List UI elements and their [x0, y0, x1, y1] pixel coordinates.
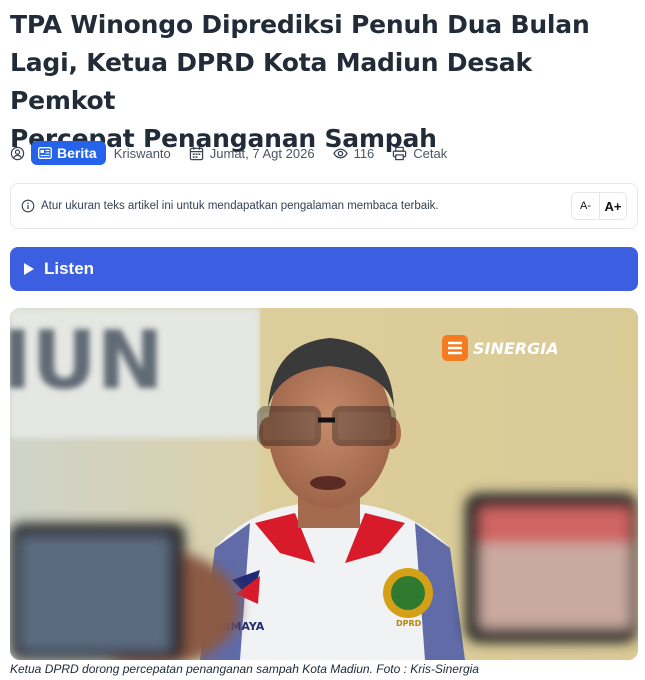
view-count: 116 — [332, 145, 375, 161]
category-badge[interactable]: Berita — [31, 141, 106, 165]
eye-icon — [332, 146, 348, 161]
listen-button[interactable]: Listen — [10, 247, 638, 291]
print-button[interactable]: Cetak — [392, 146, 447, 161]
increase-font-button[interactable]: A+ — [599, 193, 626, 219]
print-label: Cetak — [413, 145, 448, 161]
listen-label: Listen — [44, 259, 95, 278]
info-icon — [21, 199, 35, 213]
printer-icon — [392, 146, 407, 161]
article-photo[interactable]: IUN SINERGIA RMAYA DPRD — [10, 308, 638, 660]
sinergia-watermark: SINERGIA — [442, 335, 559, 361]
article-meta: Berita Kriswanto Jumat, 7 Agt 2026 116 C… — [10, 140, 447, 166]
article-date: Jumat, 7 Agt 2026 — [189, 146, 315, 161]
calendar-icon — [189, 146, 204, 161]
font-size-controls: A- A+ — [571, 192, 627, 220]
article-title-line-1: TPA Winongo Diprediksi Penuh Dua Bulan — [10, 10, 590, 39]
watermark-text: SINERGIA — [473, 339, 559, 358]
wall-text: IUN — [10, 314, 164, 407]
user-circle-icon — [10, 146, 25, 161]
newspaper-icon — [38, 147, 52, 159]
author-name[interactable]: Kriswanto — [114, 146, 171, 161]
font-size-hint: Atur ukuran teks artikel ini untuk menda… — [41, 200, 439, 212]
patch-right-text: DPRD — [396, 619, 422, 628]
font-size-bar: Atur ukuran teks artikel ini untuk menda… — [10, 183, 638, 229]
article-title: TPA Winongo Diprediksi Penuh Dua Bulan L… — [10, 6, 640, 158]
views-text: 116 — [353, 145, 375, 161]
decrease-font-button[interactable]: A- — [572, 193, 599, 219]
play-icon — [24, 263, 34, 275]
category-label: Berita — [57, 145, 97, 161]
photo-caption: Ketua DPRD dorong percepatan penanganan … — [10, 662, 479, 676]
date-text: Jumat, 7 Agt 2026 — [209, 145, 315, 161]
article-title-line-2: Lagi, Ketua DPRD Kota Madiun Desak Pemko… — [10, 48, 532, 115]
